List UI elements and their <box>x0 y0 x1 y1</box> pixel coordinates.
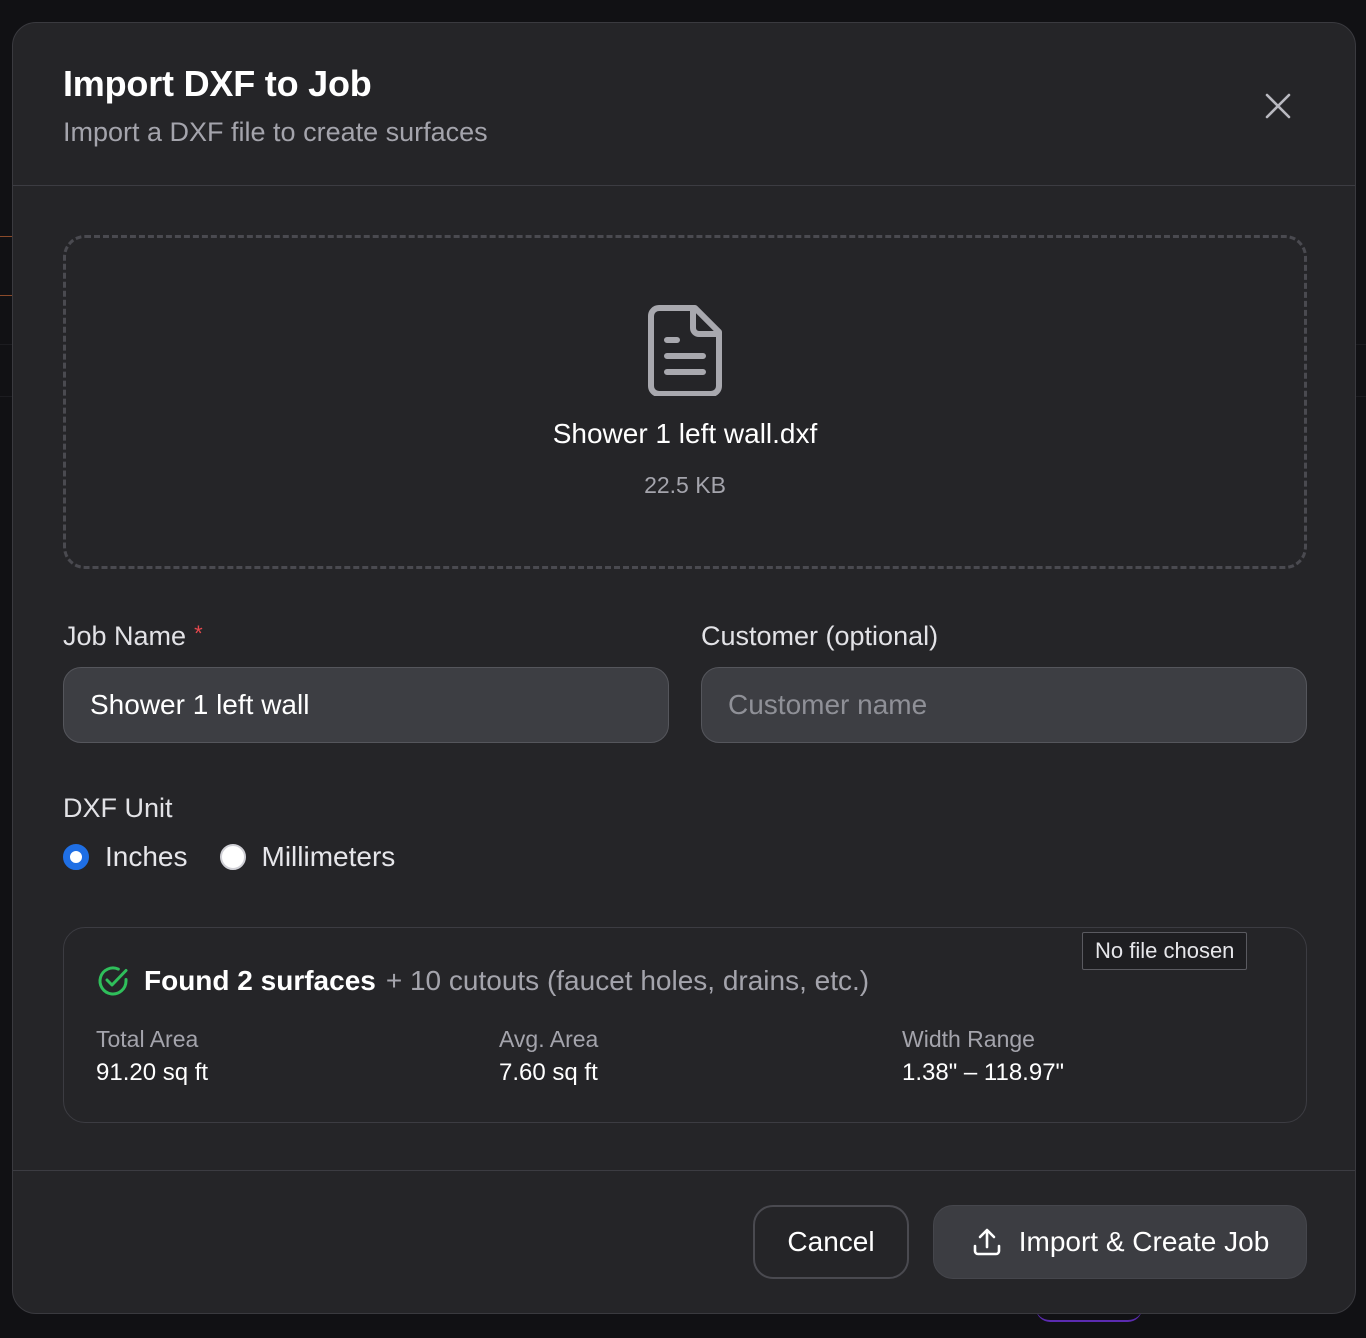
stat-avg-area: Avg. Area 7.60 sq ft <box>499 1026 598 1087</box>
cancel-button[interactable]: Cancel <box>753 1205 909 1279</box>
stat-total-area: Total Area 91.20 sq ft <box>96 1026 208 1087</box>
stat-value: 91.20 sq ft <box>96 1059 209 1086</box>
import-create-job-label: Import & Create Job <box>1018 1226 1270 1257</box>
radio-inches[interactable]: Inches <box>63 841 188 873</box>
required-star: * <box>194 621 203 646</box>
job-name-label-text: Job Name <box>63 621 187 651</box>
import-summary-panel: No file chosen Found 2 surfaces + 10 cut… <box>63 927 1307 1123</box>
dxf-unit-label: DXF Unit <box>63 793 173 823</box>
check-circle-icon <box>98 966 128 996</box>
customer-name-input[interactable] <box>701 667 1307 743</box>
backdrop-accent <box>0 236 12 296</box>
file-dropzone[interactable]: Shower 1 left wall.dxf 22.5 KB <box>63 235 1307 569</box>
import-create-job-button[interactable]: Import & Create Job <box>933 1205 1307 1279</box>
file-input-status[interactable]: No file chosen <box>1082 932 1248 970</box>
dxf-unit-radio-group: Inches Millimeters <box>63 841 427 873</box>
radio-millimeters[interactable]: Millimeters <box>219 841 396 873</box>
upload-icon <box>973 1228 1001 1256</box>
close-icon <box>1265 93 1291 119</box>
stat-value: 1.38" – 118.97" <box>902 1059 1065 1086</box>
job-name-input[interactable] <box>63 667 669 743</box>
radio-inches-label: Inches <box>105 841 188 872</box>
radio-inches-button[interactable] <box>63 844 89 870</box>
file-text-icon <box>648 305 722 396</box>
close-button[interactable] <box>1259 87 1297 125</box>
stat-label: Avg. Area <box>499 1026 599 1052</box>
radio-millimeters-label: Millimeters <box>261 841 396 872</box>
radio-millimeters-button[interactable] <box>219 844 246 870</box>
found-summary: Found 2 surfaces + 10 cutouts (faucet ho… <box>96 964 869 998</box>
dialog-title: Import DXF to Job <box>63 63 372 104</box>
file-name: Shower 1 left wall.dxf <box>552 418 818 449</box>
found-surfaces-text: Found 2 surfaces <box>144 965 376 996</box>
job-name-label: Job Name * <box>63 621 203 652</box>
import-dxf-dialog: Import DXF to Job Import a DXF file to c… <box>12 22 1356 1314</box>
footer-divider <box>13 1170 1355 1171</box>
customer-label: Customer (optional) <box>701 621 939 651</box>
stat-width-range: Width Range 1.38" – 118.97" <box>902 1026 1064 1087</box>
file-size: 22.5 KB <box>644 472 726 498</box>
stat-value: 7.60 sq ft <box>499 1059 598 1086</box>
found-cutouts-text: + 10 cutouts (faucet holes, drains, etc.… <box>385 965 870 996</box>
stat-label: Total Area <box>96 1026 199 1052</box>
stat-label: Width Range <box>902 1026 1035 1052</box>
dialog-header: Import DXF to Job Import a DXF file to c… <box>13 23 1355 186</box>
dialog-subtitle: Import a DXF file to create surfaces <box>63 117 488 147</box>
